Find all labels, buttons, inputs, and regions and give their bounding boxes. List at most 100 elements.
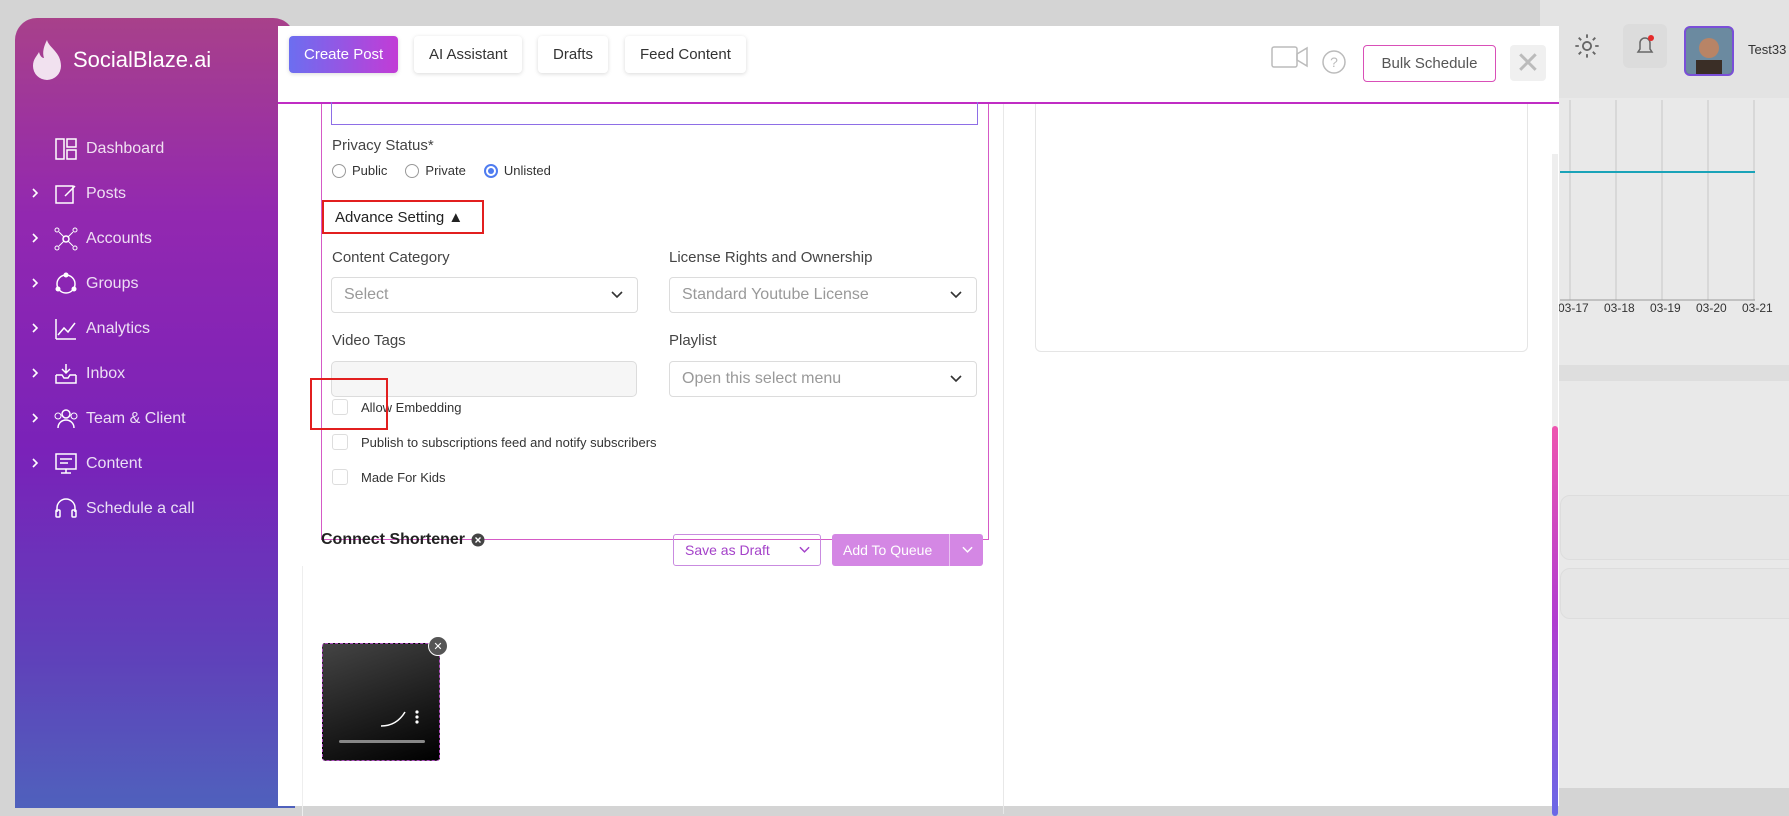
chevron-down-icon[interactable] xyxy=(799,546,810,554)
user-name: Test33 xyxy=(1748,42,1787,57)
license-select[interactable]: Standard Youtube License xyxy=(669,277,977,313)
background-line-chart xyxy=(1560,100,1755,301)
sidebar-item-label: Dashboard xyxy=(86,139,165,157)
chevron-right-icon[interactable] xyxy=(29,412,41,424)
close-icon: ✕ xyxy=(433,640,443,653)
remove-media-button[interactable]: ✕ xyxy=(428,636,448,656)
radio-unlisted[interactable] xyxy=(483,163,498,178)
close-modal-button[interactable]: ✕ xyxy=(1510,45,1546,81)
user-avatar[interactable] xyxy=(1684,26,1734,76)
network-icon xyxy=(54,227,78,251)
radio-public[interactable] xyxy=(332,163,346,178)
background-card xyxy=(1560,495,1789,560)
groups-icon xyxy=(55,272,77,294)
chevron-right-icon[interactable] xyxy=(29,187,41,199)
sidebar-item-label: Groups xyxy=(86,274,139,292)
sidebar-item-analytics[interactable]: Analytics xyxy=(15,306,295,351)
analytics-icon xyxy=(55,319,76,340)
playlist-label: Playlist xyxy=(669,332,717,349)
close-icon: ✕ xyxy=(1515,46,1541,80)
preview-panel xyxy=(1035,104,1528,352)
chart-x-tick-label: 03-19 xyxy=(1650,301,1681,315)
tab-ai-assistant[interactable]: AI Assistant xyxy=(414,36,523,73)
chevron-down-icon[interactable] xyxy=(962,546,973,554)
team-icon xyxy=(54,409,78,429)
chevron-right-icon[interactable] xyxy=(29,457,41,469)
sidebar-item-label: Posts xyxy=(86,184,127,202)
create-post-modal: Create Post AI Assistant Drafts Feed Con… xyxy=(278,26,1559,816)
sidebar-item-label: Team & Client xyxy=(86,409,186,427)
sidebar-item-accounts[interactable]: Accounts xyxy=(15,216,295,261)
edit-icon xyxy=(55,185,76,204)
sidebar-item-label: Accounts xyxy=(86,229,152,247)
chart-x-tick-label: 03-18 xyxy=(1604,301,1635,315)
background-divider xyxy=(1540,365,1789,381)
radio-private[interactable] xyxy=(405,163,420,178)
advance-setting-toggle[interactable]: Advance Setting ▲ xyxy=(322,200,484,234)
sidebar-nav: Dashboard Posts Accounts Groups Analytics Inb… xyxy=(15,126,295,531)
notify-subscribers-row: Publish to subscriptions feed and notify… xyxy=(332,434,657,450)
chevron-right-icon[interactable] xyxy=(29,322,41,334)
chart-x-tick-label: 03-17 xyxy=(1558,301,1589,315)
content-category-select[interactable]: Select xyxy=(331,277,638,313)
flame-icon xyxy=(33,40,61,80)
radio-label: Unlisted xyxy=(503,163,551,178)
chevron-down-icon xyxy=(611,291,623,299)
made-for-kids-checkbox[interactable] xyxy=(332,469,348,485)
bell-icon xyxy=(1636,35,1654,53)
chevron-right-icon[interactable] xyxy=(29,232,41,244)
add-to-queue-button[interactable]: Add To Queue xyxy=(832,534,983,566)
scrollbar-thumb[interactable] xyxy=(1552,426,1558,816)
chevron-down-icon xyxy=(950,291,962,299)
sidebar-item-label: Schedule a call xyxy=(86,499,195,517)
sidebar-item-inbox[interactable]: Inbox xyxy=(15,351,295,396)
chevron-right-icon[interactable] xyxy=(29,277,41,289)
tab-create-post[interactable]: Create Post xyxy=(289,36,399,73)
select-value: Select xyxy=(344,286,389,303)
sidebar-item-posts[interactable]: Posts xyxy=(15,171,295,216)
tab-feed-content[interactable]: Feed Content xyxy=(625,36,746,73)
sidebar-item-team-client[interactable]: Team & Client xyxy=(15,396,295,441)
sidebar-item-schedule-a-call[interactable]: Schedule a call xyxy=(15,486,295,531)
select-value: Standard Youtube License xyxy=(682,286,869,303)
notify-subscribers-checkbox[interactable] xyxy=(332,434,348,450)
save-draft-label: Save as Draft xyxy=(685,542,770,558)
chevron-right-icon[interactable] xyxy=(29,367,41,379)
sidebar-item-label: Inbox xyxy=(86,364,126,382)
video-tags-label: Video Tags xyxy=(332,332,406,349)
chart-x-tick-label: 03-20 xyxy=(1696,301,1727,315)
modal-header: Create Post AI Assistant Drafts Feed Con… xyxy=(278,26,1559,104)
svg-text:?: ? xyxy=(1330,54,1338,70)
media-thumbnail[interactable] xyxy=(322,643,440,761)
video-camera-icon[interactable] xyxy=(1271,44,1309,70)
sidebar-item-content[interactable]: Content xyxy=(15,441,295,486)
content-category-label: Content Category xyxy=(332,249,450,266)
playlist-select[interactable]: Open this select menu xyxy=(669,361,977,397)
bulk-schedule-button[interactable]: Bulk Schedule xyxy=(1363,45,1496,82)
made-for-kids-row: Made For Kids xyxy=(332,469,446,485)
sidebar: SocialBlaze.ai Dashboard Posts Accounts Gro… xyxy=(15,18,295,808)
select-value: Open this select menu xyxy=(682,370,842,387)
tab-drafts[interactable]: Drafts xyxy=(538,36,609,73)
radio-label: Public xyxy=(352,163,388,178)
save-as-draft-button[interactable]: Save as Draft xyxy=(673,534,821,566)
privacy-status-label: Privacy Status* xyxy=(332,137,434,154)
chart-x-tick-label: 03-21 xyxy=(1742,301,1773,315)
remove-shortener-icon[interactable] xyxy=(471,533,485,547)
connect-shortener-label: Connect Shortener xyxy=(321,531,466,548)
inbox-icon xyxy=(55,364,77,384)
brand-logo[interactable]: SocialBlaze.ai xyxy=(29,38,211,82)
content-icon xyxy=(55,453,77,474)
add-queue-label: Add To Queue xyxy=(843,542,933,558)
sidebar-item-label: Analytics xyxy=(86,319,151,337)
chevron-down-icon xyxy=(950,375,962,383)
license-label: License Rights and Ownership xyxy=(669,249,873,266)
settings-gear-icon[interactable] xyxy=(1573,32,1601,60)
help-icon[interactable]: ? xyxy=(1322,50,1346,74)
column-divider xyxy=(1003,104,1004,814)
notifications-button[interactable] xyxy=(1623,24,1667,68)
sidebar-item-groups[interactable]: Groups xyxy=(15,261,295,306)
checkbox-label: Made For Kids xyxy=(361,469,446,485)
left-column-border xyxy=(302,566,303,816)
sidebar-item-dashboard[interactable]: Dashboard xyxy=(15,126,295,171)
